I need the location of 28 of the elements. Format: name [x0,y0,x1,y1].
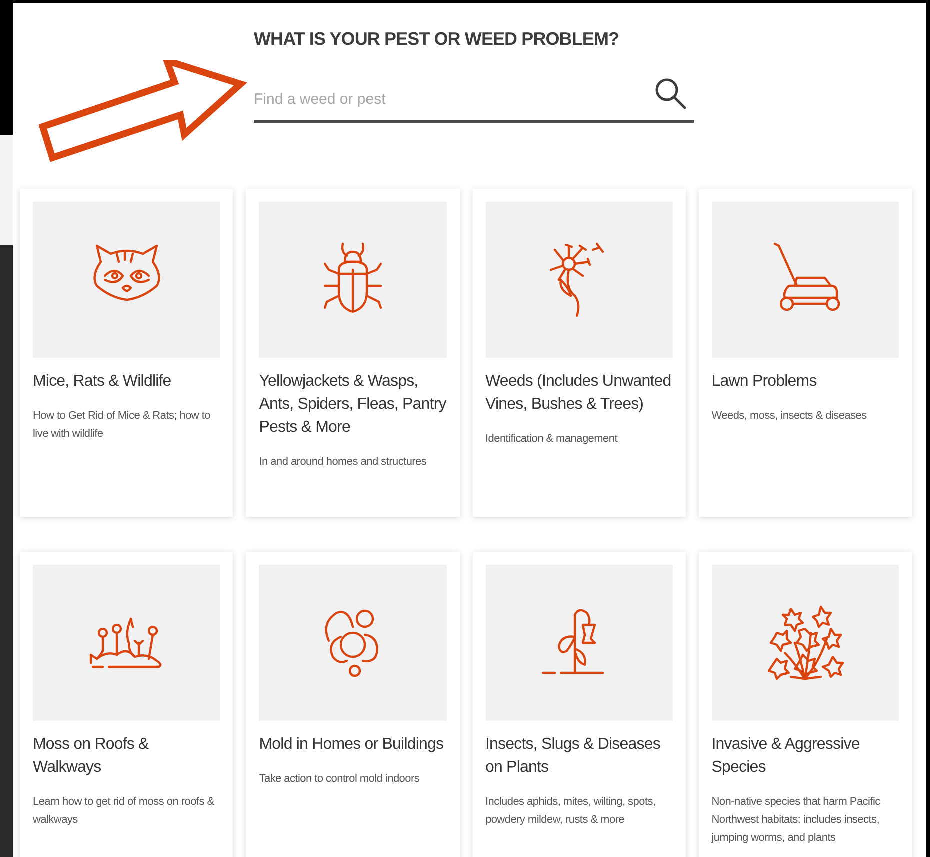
category-title: Weeds (Includes Unwanted Vines, Bushes & Trees) [486,372,672,415]
category-title: Invasive & Aggressive Species [712,735,861,778]
category-title: Mice, Rats & Wildlife [33,372,172,392]
category-description: In and around homes and structures [259,455,428,470]
category-description: How to Get Rid of Mice & Rats; how to live with wildlife [33,409,212,442]
category-description: Non-native species that harm Pacific Northwest habitats: includes insects, jumping worms, and plants [712,795,882,846]
category-card[interactable]: Invasive & Aggressive Species Non-native species that harm Pacific Northwest habitats: includes insects, jumping worms, and plants [698,552,912,857]
category-description: Identification & management [486,432,619,447]
category-card[interactable]: Lawn Problems Weeds, moss, insects & diseases [698,189,912,517]
search-field[interactable]: Find a weed or pest [254,83,694,123]
category-description: Take action to control mold indoors [259,772,421,787]
category-description: Learn how to get rid of moss on roofs & walkways [33,795,216,828]
category-description: Includes aphids, mites, wilting, spots, powdery mildew, rusts & more [486,795,657,828]
category-card[interactable]: Insects, Slugs & Diseases on Plants Includes aphids, mites, wilting, spots, powdery mildew, rusts & more [472,552,686,857]
ivy-bush-icon [765,603,846,683]
category-title: Moss on Roofs & Walkways [33,735,150,778]
category-card[interactable]: Mold in Homes or Buildings Take action to control mold indoors [246,552,460,857]
category-title: Lawn Problems [712,372,818,392]
category-card[interactable]: Yellowjackets & Wasps, Ants, Spiders, Fleas, Pantry Pests & More In and around homes and structures [246,189,460,517]
category-title: Insects, Slugs & Diseases on Plants [486,735,662,778]
category-card[interactable]: Moss on Roofs & Walkways Learn how to get rid of moss on roofs & walkways [20,552,234,857]
search-icon[interactable] [654,77,688,111]
category-card[interactable]: Mice, Rats & Wildlife How to Get Rid of Mice & Rats; how to live with wildlife [20,189,234,517]
page-heading: WHAT IS YOUR PEST OR WEED PROBLEM? [254,28,620,51]
category-title: Yellowjackets & Wasps, Ants, Spiders, Fleas, Pantry Pests & More [259,372,446,438]
category-card[interactable]: Weeds (Includes Unwanted Vines, Bushes & Trees) Identification & management [472,189,686,517]
category-title: Mold in Homes or Buildings [259,735,445,755]
category-description: Weeds, moss, insects & diseases [712,409,868,424]
